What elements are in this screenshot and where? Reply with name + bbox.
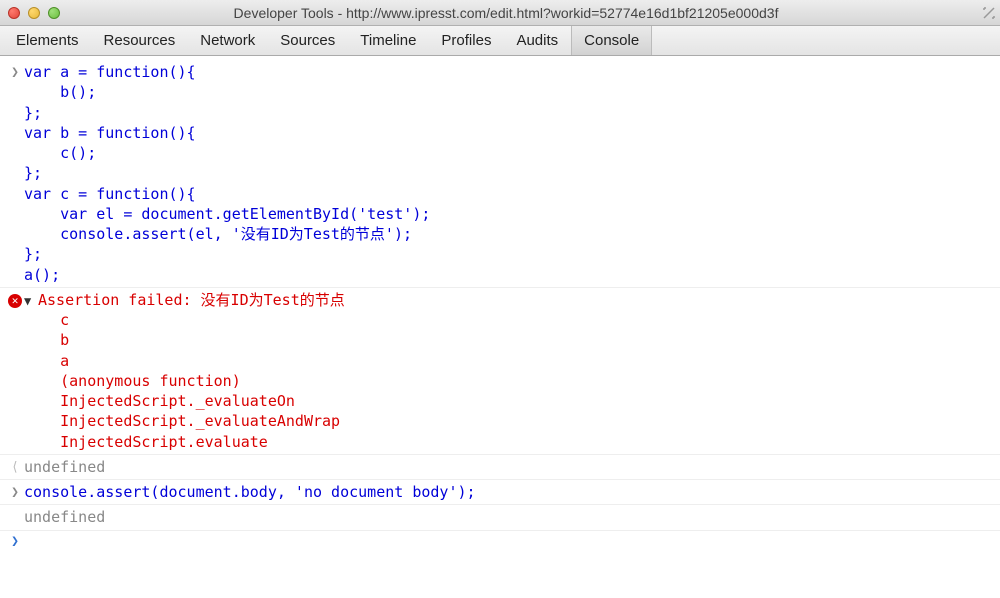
output-arrow-icon: ⟨ (6, 457, 24, 477)
console-output-entry: undefined (0, 505, 1000, 530)
error-badge: ✕ (6, 290, 24, 310)
console-output: undefined (24, 457, 992, 477)
output-gutter (6, 507, 24, 509)
stack-frame: InjectedScript._evaluateAndWrap (60, 412, 340, 430)
resize-icon[interactable] (982, 6, 996, 20)
close-icon[interactable] (8, 7, 20, 19)
tab-elements[interactable]: Elements (4, 26, 92, 55)
console-output-entry: ⟨ undefined (0, 455, 1000, 480)
tab-network[interactable]: Network (188, 26, 268, 55)
stack-frame: InjectedScript._evaluateOn (60, 392, 295, 410)
window-titlebar: Developer Tools - http://www.ipresst.com… (0, 0, 1000, 26)
error-message: Assertion failed: 没有ID为Test的节点 (38, 291, 345, 309)
console-input-entry: ❯ var a = function(){ b(); }; var b = fu… (0, 60, 1000, 288)
console-output: undefined (24, 507, 992, 527)
console-panel: ❯ var a = function(){ b(); }; var b = fu… (0, 56, 1000, 553)
console-error-entry: ✕ ▼Assertion failed: 没有ID为Test的节点 c b a … (0, 288, 1000, 455)
console-input[interactable] (24, 533, 992, 551)
error-content: ▼Assertion failed: 没有ID为Test的节点 c b a (a… (24, 290, 992, 452)
input-arrow-icon: ❯ (6, 482, 24, 502)
console-code: var a = function(){ b(); }; var b = func… (24, 62, 992, 285)
stack-frame: (anonymous function) (60, 372, 241, 390)
chevron-down-icon[interactable]: ▼ (24, 293, 38, 309)
stack-frame: InjectedScript.evaluate (60, 433, 268, 451)
prompt-arrow-icon: ❯ (6, 533, 24, 551)
window-title: Developer Tools - http://www.ipresst.com… (20, 5, 992, 21)
tab-console[interactable]: Console (571, 26, 652, 55)
tab-audits[interactable]: Audits (504, 26, 571, 55)
error-icon: ✕ (8, 294, 22, 308)
stack-frame: a (60, 352, 69, 370)
tab-sources[interactable]: Sources (268, 26, 348, 55)
devtools-tabbar: Elements Resources Network Sources Timel… (0, 26, 1000, 56)
tab-resources[interactable]: Resources (92, 26, 189, 55)
stack-frame: c (60, 311, 69, 329)
console-code: console.assert(document.body, 'no docume… (24, 482, 992, 502)
input-arrow-icon: ❯ (6, 62, 24, 82)
tab-profiles[interactable]: Profiles (429, 26, 504, 55)
tab-timeline[interactable]: Timeline (348, 26, 429, 55)
console-prompt: ❯ (0, 531, 1000, 553)
console-input-entry: ❯ console.assert(document.body, 'no docu… (0, 480, 1000, 505)
stack-frame: b (60, 331, 69, 349)
